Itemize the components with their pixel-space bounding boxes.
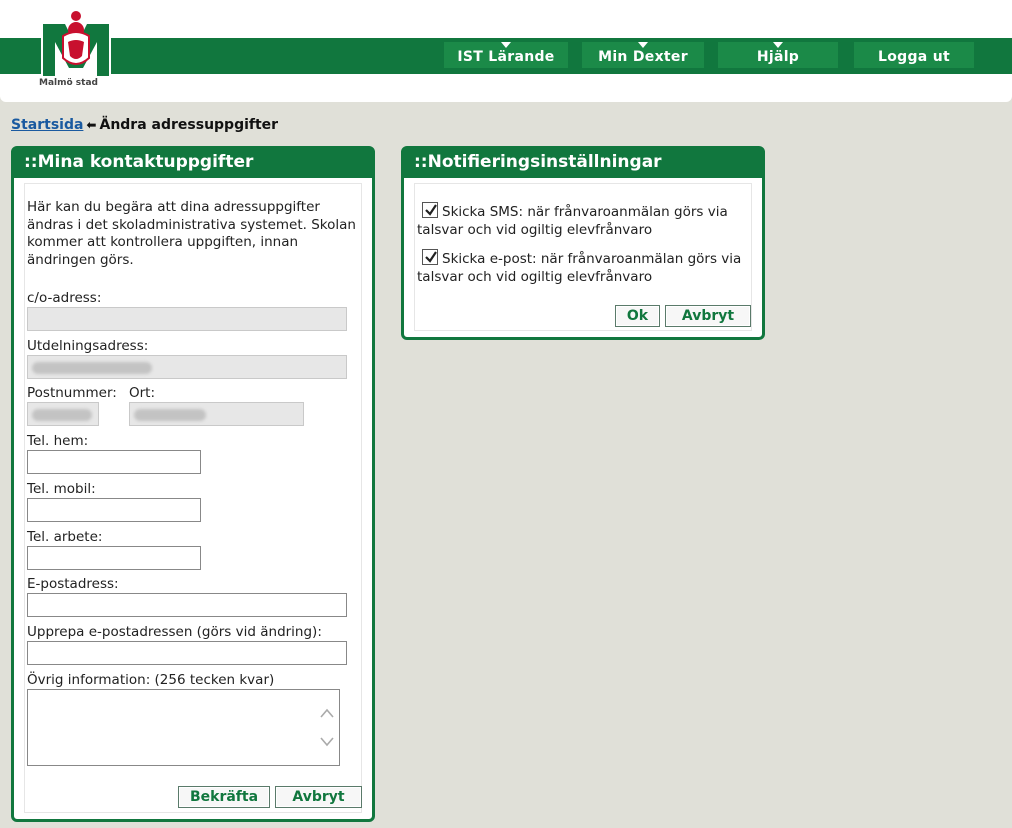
address-field[interactable] [27, 355, 347, 379]
contact-intro: Här kan du begära att dina adressuppgift… [27, 199, 356, 268]
email-field[interactable] [27, 593, 347, 617]
phone-mobile-field[interactable] [27, 498, 201, 522]
ok-button[interactable]: Ok [615, 305, 660, 327]
city-label: Ort: [129, 385, 156, 401]
arrow-left-icon: ⬅ [86, 118, 97, 132]
nav-logga-ut[interactable]: Logga ut [854, 42, 974, 68]
logo-text: Malmö stad [39, 78, 98, 88]
redacted-text [32, 409, 92, 421]
nav-label: Logga ut [878, 49, 950, 65]
address-label: Utdelningsadress: [27, 338, 149, 354]
nav-label: IST Lärande [457, 49, 555, 65]
notification-panel-title: ::Notifieringsinställningar [404, 149, 762, 178]
phone-work-field[interactable] [27, 546, 201, 570]
email-notify-label: Skicka e-post: när frånvaroanmälan görs … [417, 251, 742, 285]
scroll-down-icon[interactable] [320, 737, 334, 747]
breadcrumb-home-link[interactable]: Startsida [11, 117, 83, 133]
notification-cancel-button[interactable]: Avbryt [665, 305, 751, 327]
zip-field[interactable] [27, 402, 99, 426]
email-repeat-label: Upprepa e-postadressen (görs vid ändring… [27, 624, 322, 640]
redacted-text [32, 362, 152, 374]
redacted-text [134, 409, 206, 421]
chevron-down-icon [773, 42, 783, 48]
other-info-textarea[interactable] [27, 689, 340, 766]
nav-label: Min Dexter [598, 49, 688, 65]
co-address-label: c/o-adress: [27, 290, 102, 306]
chevron-down-icon [638, 42, 648, 48]
phone-home-field[interactable] [27, 450, 201, 474]
nav-hjalp[interactable]: Hjälp [718, 42, 838, 68]
confirm-button[interactable]: Bekräfta [178, 786, 270, 808]
scroll-up-icon[interactable] [320, 708, 334, 718]
co-address-field[interactable] [27, 307, 347, 331]
nav-ist-larande[interactable]: IST Lärande [444, 42, 568, 68]
other-info-label: Övrig information: (256 tecken kvar) [27, 672, 275, 688]
phone-mobile-label: Tel. mobil: [27, 481, 96, 497]
cancel-button[interactable]: Avbryt [275, 786, 362, 808]
sms-label: Skicka SMS: när frånvaroanmälan görs via… [417, 204, 728, 238]
email-label: E-postadress: [27, 576, 119, 592]
contact-panel-title: ::Mina kontaktuppgifter [14, 149, 372, 178]
zip-label: Postnummer: [27, 385, 117, 401]
nav-label: Hjälp [756, 49, 800, 65]
phone-home-label: Tel. hem: [27, 433, 89, 449]
email-repeat-field[interactable] [27, 641, 347, 665]
malmo-logo[interactable]: Malmö stad [35, 6, 117, 94]
phone-work-label: Tel. arbete: [27, 529, 103, 545]
city-field[interactable] [129, 402, 304, 426]
breadcrumb-current: Ändra adressuppgifter [99, 117, 279, 133]
breadcrumb: Startsida ⬅ Ändra adressuppgifter [11, 117, 278, 133]
nav-min-dexter[interactable]: Min Dexter [582, 42, 704, 68]
chevron-down-icon [501, 42, 511, 48]
